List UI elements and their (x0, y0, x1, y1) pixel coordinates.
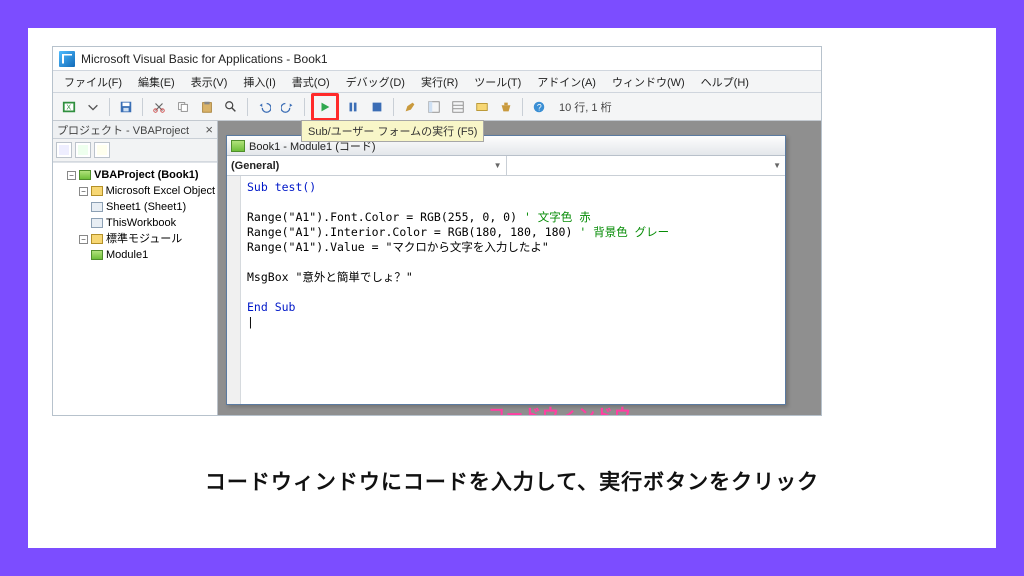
find-icon[interactable] (221, 97, 241, 117)
folder-icon (91, 234, 103, 244)
view-object-icon[interactable] (75, 142, 91, 158)
run-tooltip: Sub/ユーザー フォームの実行 (F5) (301, 120, 484, 142)
tree-thisworkbook[interactable]: ThisWorkbook (91, 215, 215, 231)
menu-debug[interactable]: デバッグ(D) (339, 72, 412, 92)
redo-icon[interactable] (278, 97, 298, 117)
window-title: Microsoft Visual Basic for Applications … (81, 52, 328, 66)
run-button-highlight (311, 93, 339, 121)
object-combobox-value: (General) (231, 160, 279, 172)
dropdown-icon[interactable] (83, 97, 103, 117)
undo-icon[interactable] (254, 97, 274, 117)
module-icon (91, 250, 103, 260)
object-combobox[interactable]: (General) ▼ (227, 156, 507, 175)
module-icon (231, 140, 245, 152)
toolbox-icon[interactable] (496, 97, 516, 117)
mdi-area: Book1 - Module1 (コード) (General) ▼ ▼ (218, 121, 821, 415)
code-window: Book1 - Module1 (コード) (General) ▼ ▼ (226, 135, 786, 405)
tree-item-label: Sheet1 (Sheet1) (106, 199, 186, 215)
annotation-code-window: コードウィンドウ (488, 401, 632, 416)
help-icon[interactable]: ? (529, 97, 549, 117)
tutorial-caption: コードウィンドウにコードを入力して、実行ボタンをクリック (50, 466, 974, 496)
toggle-folders-icon[interactable] (94, 142, 110, 158)
vbe-window: Microsoft Visual Basic for Applications … (52, 46, 822, 416)
menu-file[interactable]: ファイル(F) (57, 72, 129, 92)
tree-item-label: ThisWorkbook (106, 215, 176, 231)
vba-app-icon (59, 51, 75, 67)
menu-help[interactable]: ヘルプ(H) (694, 72, 756, 92)
copy-icon[interactable] (173, 97, 193, 117)
chevron-down-icon: ▼ (494, 161, 502, 170)
menu-addins[interactable]: アドイン(A) (530, 72, 603, 92)
collapse-icon[interactable]: − (79, 187, 88, 196)
cut-icon[interactable] (149, 97, 169, 117)
project-icon (79, 170, 91, 180)
tree-root-label: VBAProject (Book1) (94, 167, 199, 183)
cursor-position: 10 行, 1 桁 (559, 99, 612, 115)
reset-icon[interactable] (367, 97, 387, 117)
menu-tools[interactable]: ツール(T) (467, 72, 528, 92)
tree-root[interactable]: − VBAProject (Book1) (67, 167, 215, 183)
tree-item-label: Module1 (106, 247, 148, 263)
project-explorer-title: プロジェクト - VBAProject × (53, 121, 217, 139)
collapse-icon[interactable]: − (79, 235, 88, 244)
collapse-icon[interactable]: − (67, 171, 76, 180)
run-button[interactable] (315, 97, 335, 117)
tree-module1[interactable]: Module1 (91, 247, 215, 263)
object-browser-icon[interactable] (472, 97, 492, 117)
project-tree: − VBAProject (Book1) − Microsoft Excel O (53, 162, 217, 415)
design-mode-icon[interactable] (400, 97, 420, 117)
project-explorer-icon[interactable] (424, 97, 444, 117)
view-code-icon[interactable] (56, 142, 72, 158)
procedure-combobox[interactable]: ▼ (507, 156, 786, 175)
menu-bar: ファイル(F) 編集(E) 表示(V) 挿入(I) 書式(O) デバッグ(D) … (53, 71, 821, 93)
window-titlebar: Microsoft Visual Basic for Applications … (53, 47, 821, 71)
toolbar: X ? 10 行, 1 桁 (53, 93, 821, 121)
code-gutter (227, 176, 241, 404)
paste-icon[interactable] (197, 97, 217, 117)
project-explorer-toolbar (53, 139, 217, 162)
menu-format[interactable]: 書式(O) (285, 72, 337, 92)
tree-folder-label: Microsoft Excel Object (106, 183, 215, 199)
menu-view[interactable]: 表示(V) (184, 72, 235, 92)
folder-icon (91, 186, 103, 196)
tree-folder-label: 標準モジュール (106, 231, 182, 247)
code-editor[interactable]: Sub test() Range("A1").Font.Color = RGB(… (241, 176, 785, 404)
menu-run[interactable]: 実行(R) (414, 72, 465, 92)
workbook-icon (91, 218, 103, 228)
tree-sheet1[interactable]: Sheet1 (Sheet1) (91, 199, 215, 215)
tutorial-card: Microsoft Visual Basic for Applications … (28, 28, 996, 548)
menu-window[interactable]: ウィンドウ(W) (605, 72, 692, 92)
excel-icon[interactable]: X (59, 97, 79, 117)
project-explorer-pane: プロジェクト - VBAProject × − VBAProjec (53, 121, 218, 415)
menu-insert[interactable]: 挿入(I) (236, 72, 282, 92)
svg-text:?: ? (537, 102, 542, 112)
tree-excel-objects[interactable]: − Microsoft Excel Object (79, 183, 215, 199)
save-icon[interactable] (116, 97, 136, 117)
tree-modules[interactable]: − 標準モジュール (79, 231, 215, 247)
properties-icon[interactable] (448, 97, 468, 117)
chevron-down-icon: ▼ (773, 161, 781, 170)
sheet-icon (91, 202, 103, 212)
menu-edit[interactable]: 編集(E) (131, 72, 182, 92)
break-icon[interactable] (343, 97, 363, 117)
project-explorer-title-text: プロジェクト - VBAProject (57, 122, 189, 138)
svg-text:X: X (66, 104, 71, 111)
close-icon[interactable]: × (205, 122, 213, 137)
